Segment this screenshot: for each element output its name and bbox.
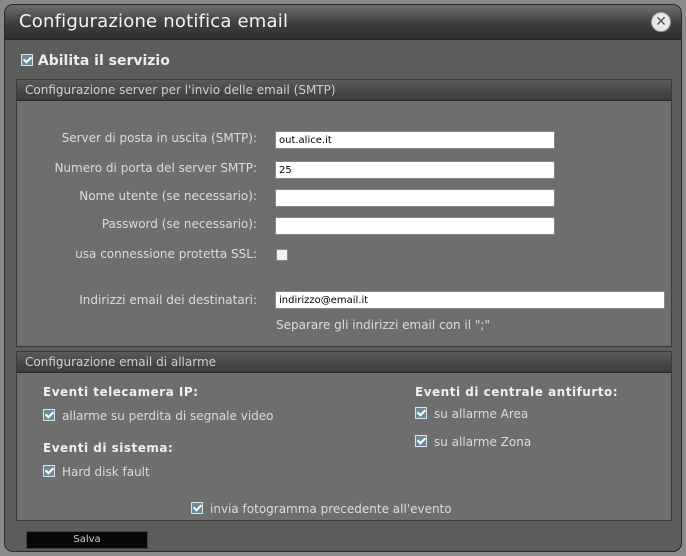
save-button[interactable]: Salva	[26, 531, 148, 549]
smtp-section-header: Configurazione server per l'invio delle …	[17, 80, 671, 101]
smtp-server-input[interactable]	[275, 131, 555, 149]
recipients-label: Indirizzi email dei destinatari:	[79, 293, 257, 307]
ssl-label: usa connessione protetta SSL:	[75, 247, 257, 261]
username-input[interactable]	[275, 189, 555, 207]
system-events-title: Eventi di sistema:	[43, 441, 174, 455]
dialog-title: Configurazione notifica email	[19, 11, 289, 32]
ssl-checkbox[interactable]	[276, 249, 288, 261]
recipients-hint: Separare gli indirizzi email con il ";"	[276, 318, 490, 332]
zone-alarm-option[interactable]: su allarme Zona	[415, 435, 531, 449]
area-alarm-checkbox[interactable]	[415, 407, 427, 419]
ipcam-events-title: Eventi telecamera IP:	[43, 385, 199, 399]
password-input[interactable]	[275, 217, 555, 235]
hdd-fault-checkbox[interactable]	[43, 465, 55, 477]
password-label: Password (se necessario):	[101, 217, 257, 231]
enable-service-label: Abilita il servizio	[37, 53, 170, 69]
enable-service-checkbox[interactable]	[21, 54, 33, 66]
zone-alarm-label: su allarme Zona	[434, 435, 532, 449]
username-label: Nome utente (se necessario):	[79, 189, 257, 203]
enable-service-toggle[interactable]: Abilita il servizio	[21, 53, 170, 69]
video-loss-checkbox[interactable]	[43, 409, 55, 421]
area-alarm-label: su allarme Area	[434, 407, 529, 421]
smtp-port-input[interactable]	[275, 161, 555, 179]
smtp-server-label: Server di posta in uscita (SMTP):	[61, 131, 257, 145]
title-bar[interactable]: Configurazione notifica email ✕	[5, 5, 681, 40]
antitheft-events-title: Eventi di centrale antifurto:	[415, 385, 619, 399]
snapshot-checkbox[interactable]	[191, 502, 203, 514]
hdd-fault-option[interactable]: Hard disk fault	[43, 465, 150, 479]
recipients-input[interactable]	[275, 291, 665, 309]
alarm-section-header: Configurazione email di allarme	[17, 352, 671, 373]
email-notification-dialog: Configurazione notifica email ✕ Abilita …	[4, 4, 682, 552]
video-loss-label: allarme su perdita di segnale video	[62, 409, 274, 423]
area-alarm-option[interactable]: su allarme Area	[415, 407, 528, 421]
hdd-fault-label: Hard disk fault	[62, 465, 150, 479]
snapshot-label: invia fotogramma precedente all'evento	[210, 502, 452, 516]
zone-alarm-checkbox[interactable]	[415, 435, 427, 447]
smtp-port-label: Numero di porta del server SMTP:	[54, 161, 257, 175]
snapshot-option[interactable]: invia fotogramma precedente all'evento	[191, 502, 452, 516]
close-icon[interactable]: ✕	[651, 12, 671, 32]
alarm-section: Configurazione email di allarme	[16, 351, 672, 521]
video-loss-option[interactable]: allarme su perdita di segnale video	[43, 409, 274, 423]
